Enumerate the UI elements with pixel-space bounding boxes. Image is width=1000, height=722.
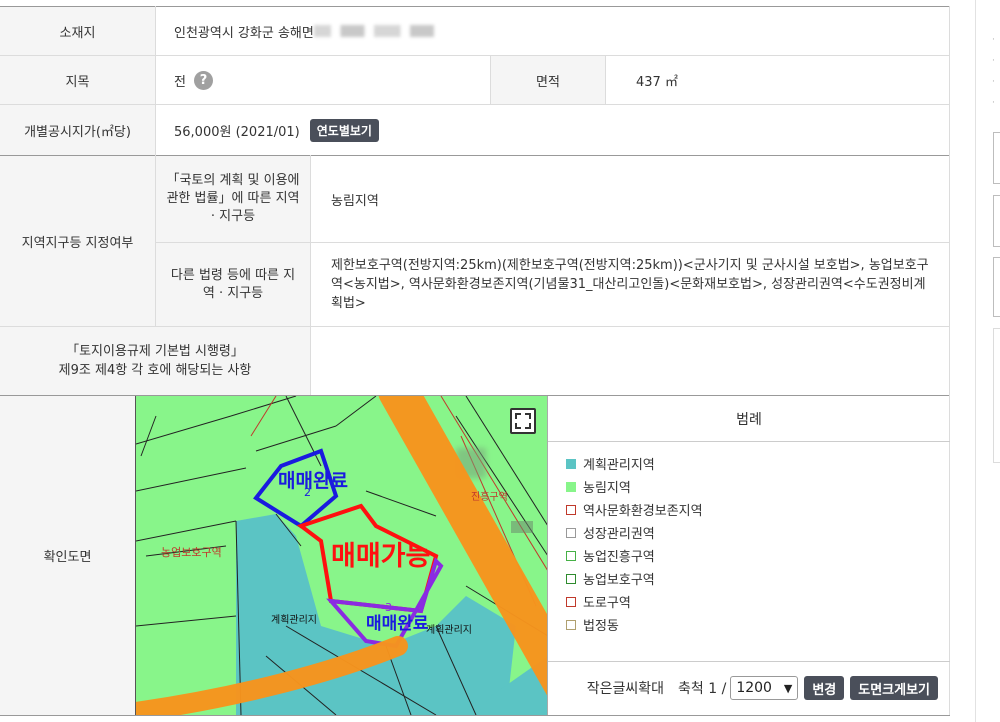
parcel-number-2: 2 xyxy=(304,486,311,499)
regulation-label-line1: 「토지이용규제 기본법 시행령」 xyxy=(66,344,244,359)
legend-item-label: 계획관리지역 xyxy=(583,458,655,473)
parcel-number-3: 3 xyxy=(385,601,392,614)
legend-item-label: 역사문화환경보존지역 xyxy=(583,504,703,519)
available-overlay: 매매가능 xyxy=(331,541,431,572)
small-text-zoom-toggle[interactable]: 작은글씨확대 xyxy=(587,678,664,698)
scale-select[interactable]: 1200 ▼ xyxy=(730,676,799,700)
address-text: 인천광역시 강화군 송해면 xyxy=(174,25,314,41)
address-label: 소재지 xyxy=(0,7,155,55)
right-sidebar: · · · · xyxy=(975,0,1000,722)
legend-swatch xyxy=(566,458,576,469)
legend-item-label: 농업보호구역 xyxy=(583,573,655,588)
map-toolbar: 작은글씨확대 축척 1 / 1200 ▼ 변경 도면크게보기 xyxy=(548,674,948,702)
table-right-border xyxy=(949,6,950,715)
large-map-view-button[interactable]: 도면크게보기 xyxy=(850,676,938,700)
legend-item-label: 도로구역 xyxy=(583,596,631,611)
regulation-value xyxy=(311,327,949,395)
legend-item: 역사문화환경보존지역 xyxy=(566,498,703,521)
sidebar-bullets: · · · · xyxy=(992,35,995,108)
legend-swatch xyxy=(566,504,576,515)
legend-list: 계획관리지역농림지역역사문화환경보존지역성장관리권역농업진흥구역농업보호구역도로… xyxy=(566,452,703,636)
regulation-label-line2: 제9조 제4항 각 호에 해당되는 사항 xyxy=(58,363,252,378)
sidebar-box[interactable] xyxy=(993,195,1000,247)
jimok-text: 전 xyxy=(174,74,186,90)
map-text-farm-zone: 농업보호구역 xyxy=(161,546,222,559)
sold-overlay-1: 매매완료 xyxy=(278,470,348,492)
scale-label: 축척 1 / xyxy=(678,681,727,697)
legend-swatch xyxy=(566,596,576,607)
fullscreen-icon[interactable] xyxy=(510,408,536,434)
legend-swatch xyxy=(566,619,576,630)
legend-item-label: 성장관리권역 xyxy=(583,527,655,542)
legend-item: 계획관리지역 xyxy=(566,452,703,475)
fullscreen-icon-glyph xyxy=(515,413,531,429)
price-label: 개별공시지가(㎡당) xyxy=(0,105,155,155)
address-value: 인천광역시 강화군 송해면 xyxy=(156,7,949,55)
regulation-label: 「토지이용규제 기본법 시행령」 제9조 제4항 각 호에 해당되는 사항 xyxy=(0,327,310,395)
map-text-promo: 진흥구역 xyxy=(471,492,508,503)
zone-label: 지역지구등 지정여부 xyxy=(0,156,155,326)
area-value: 437 ㎡ xyxy=(636,74,678,90)
sold-overlay-2: 매매완료 xyxy=(366,614,429,634)
area-label: 면적 xyxy=(491,56,605,104)
scale-value: 1200 xyxy=(736,680,772,696)
legend-item: 농업진흥구역 xyxy=(566,544,703,567)
yearly-view-button[interactable]: 연도별보기 xyxy=(309,118,379,142)
zone-sub1-value: 농림지역 xyxy=(331,193,379,209)
map-label: 확인도면 xyxy=(0,396,135,715)
change-scale-button[interactable]: 변경 xyxy=(804,676,845,700)
jimok-label: 지목 xyxy=(0,56,155,104)
parcel-map[interactable]: 매매완료 2 매매가능 매매완료 3 농업보호구역 계획관리지 계획관리지 진흥… xyxy=(135,396,547,715)
legend-item: 도로구역 xyxy=(566,590,703,613)
legend-item-label: 농림지역 xyxy=(583,481,631,496)
zone-sub2-label: 다른 법령 등에 따른 지역 · 지구등 xyxy=(156,243,310,326)
sidebar-box[interactable] xyxy=(993,132,1000,184)
legend-item-label: 농업진흥구역 xyxy=(583,550,655,565)
legend-swatch xyxy=(566,481,576,492)
table-bottom-border xyxy=(0,715,950,716)
blurred-block xyxy=(511,521,533,533)
legend-panel: 범례 계획관리지역농림지역역사문화환경보존지역성장관리권역농업진흥구역농업보호구… xyxy=(547,396,950,715)
legend-swatch xyxy=(566,550,576,561)
help-icon[interactable]: ? xyxy=(193,70,213,90)
legend-item-label: 법정동 xyxy=(583,619,619,634)
legend-item: 농림지역 xyxy=(566,475,703,498)
zone-sub2-value: 제한보호구역(전방지역:25km)(제한보호구역(전방지역:25km))<군사기… xyxy=(331,258,929,311)
jimok-value: 전 ? xyxy=(156,56,490,104)
sidebar-box[interactable] xyxy=(993,328,1000,463)
legend-item: 법정동 xyxy=(566,613,703,636)
legend-swatch xyxy=(566,527,576,538)
legend-swatch xyxy=(566,573,576,584)
legend-item: 농업보호구역 xyxy=(566,567,703,590)
price-text: 56,000원 (2021/01) xyxy=(174,124,300,140)
address-blurred xyxy=(313,25,434,37)
legend-divider xyxy=(548,661,950,662)
legend-item: 성장관리권역 xyxy=(566,521,703,544)
legend-title: 범례 xyxy=(548,396,950,442)
zone-sub1-label: 「국토의 계획 및 이용에 관한 법률」에 따른 지역 · 지구등 xyxy=(156,156,310,242)
map-text-plan-2: 계획관리지 xyxy=(426,625,472,636)
price-value: 56,000원 (2021/01) 연도별보기 xyxy=(156,105,949,155)
sidebar-box[interactable] xyxy=(993,257,1000,317)
map-text-plan-1: 계획관리지 xyxy=(271,615,317,626)
chevron-down-icon: ▼ xyxy=(783,681,793,695)
